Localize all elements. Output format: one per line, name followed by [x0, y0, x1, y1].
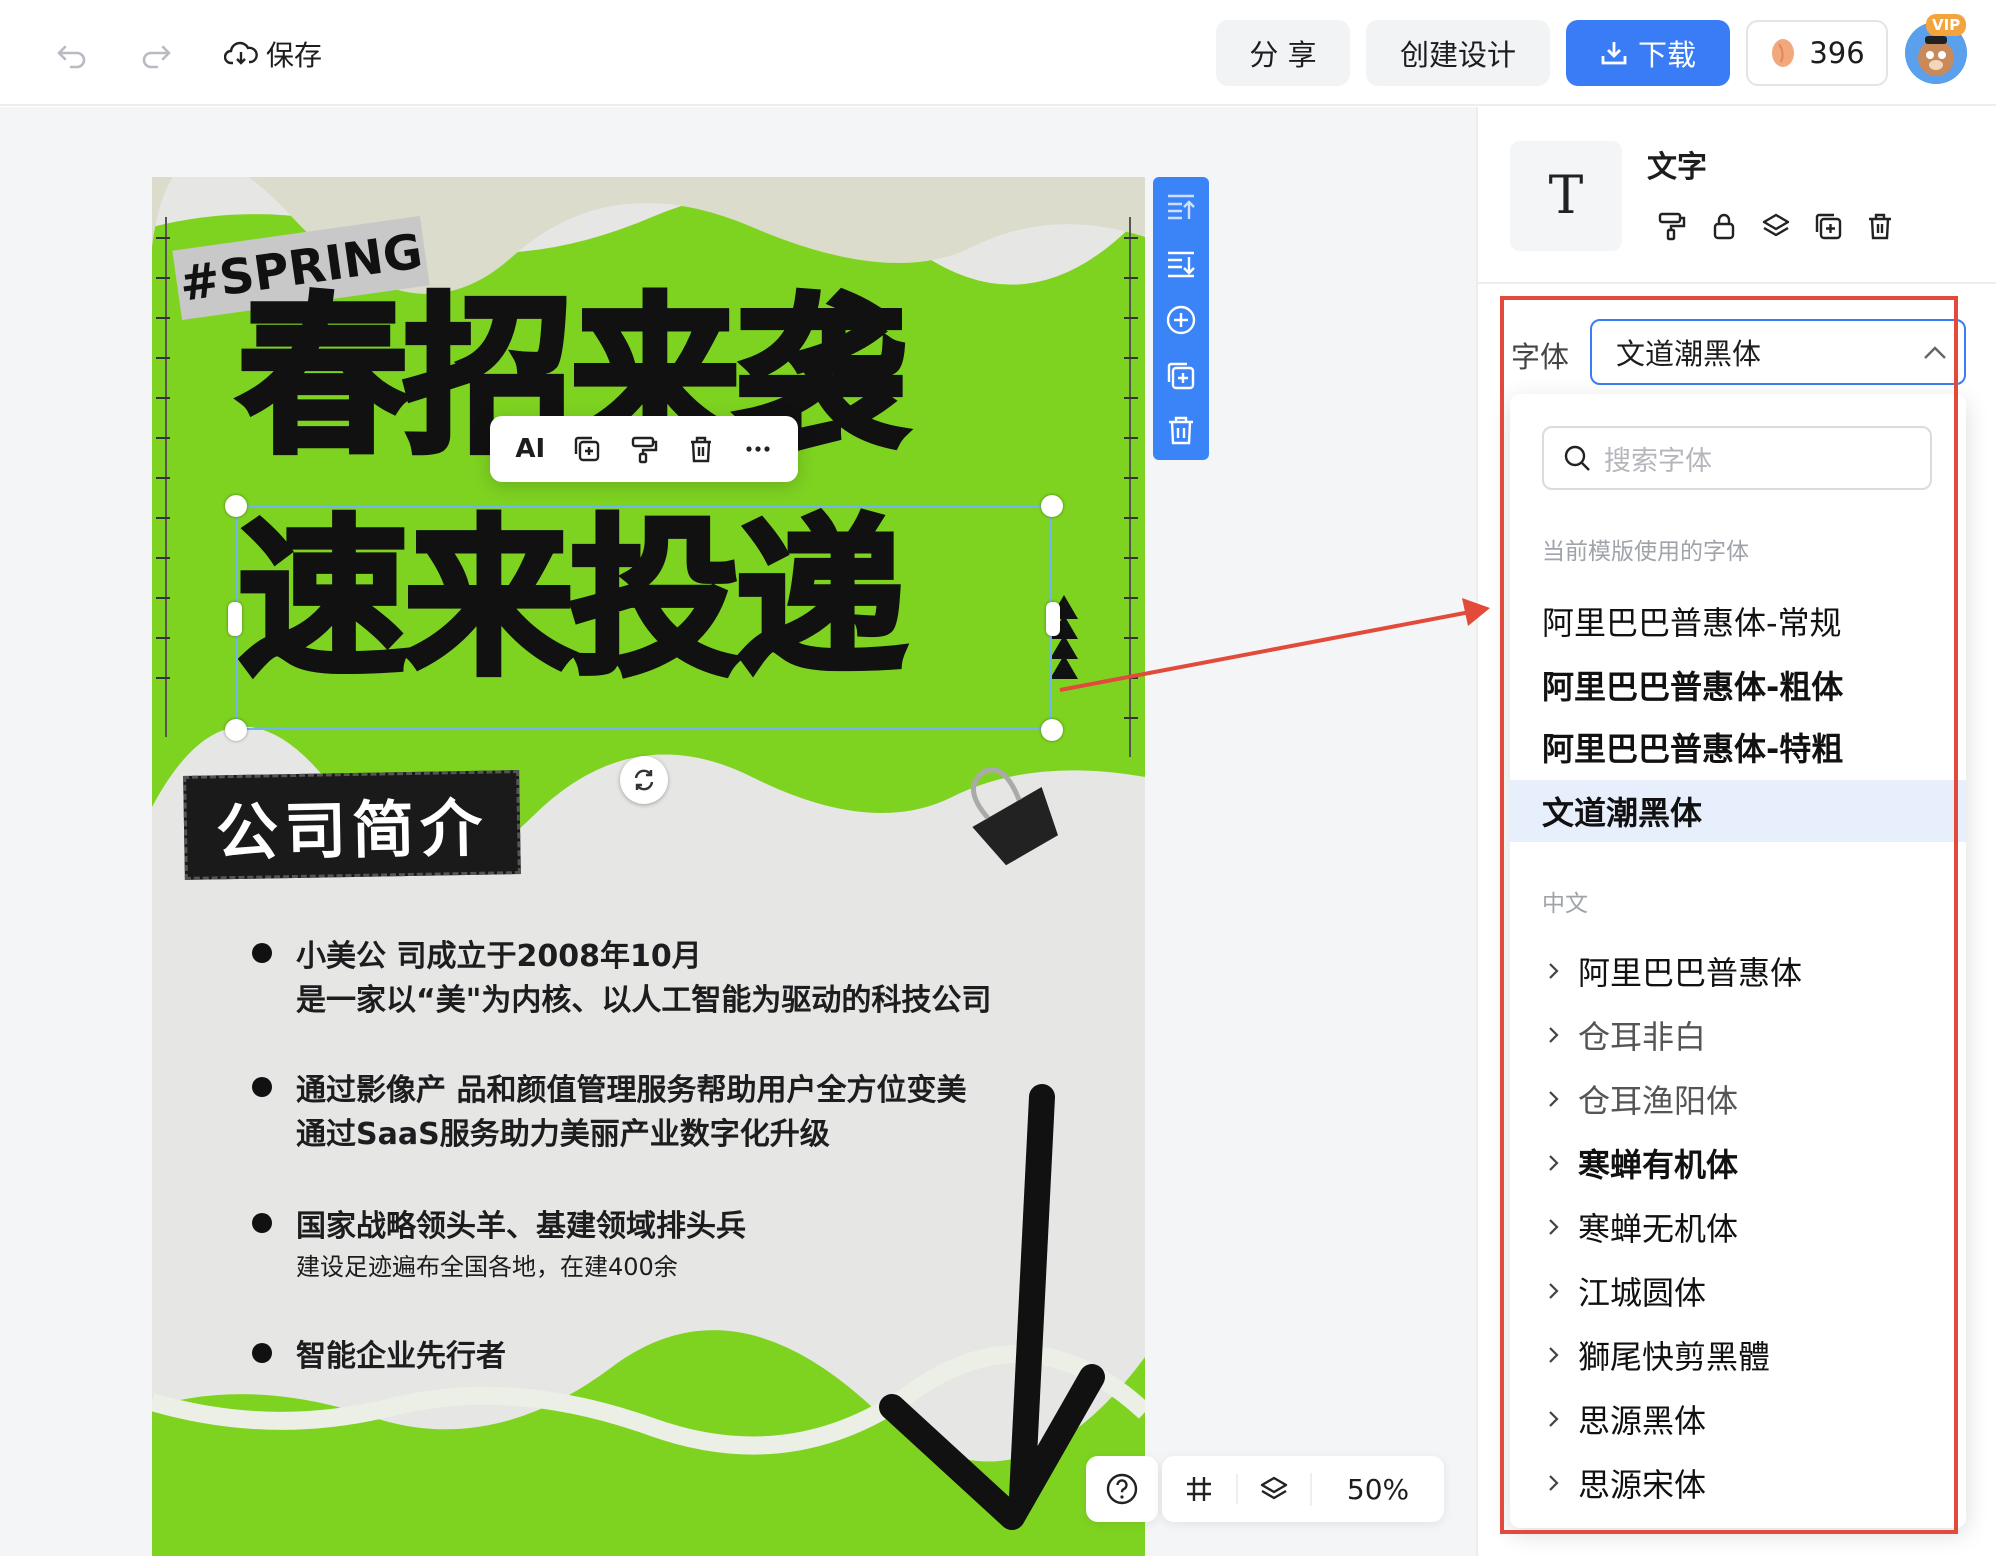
bullet-line2: 是一家以“美"为内核、以人工智能为驱动的科技公司 — [296, 983, 992, 1018]
selection-box[interactable] — [236, 506, 1052, 730]
bullet-line2: 建设足迹遍布全国各地，在建400余 — [296, 1253, 678, 1281]
bullet-line2: 通过SaaS服务助力美丽产业数字化升级 — [296, 1117, 830, 1152]
more-icon[interactable] — [743, 434, 773, 464]
save-button[interactable]: 保存 — [224, 30, 322, 78]
rotate-icon — [634, 769, 654, 791]
create-design-label: 创建设计 — [1399, 38, 1516, 72]
cloud-save-icon — [224, 41, 258, 65]
rotate-handle[interactable] — [620, 756, 668, 804]
bean-icon — [1772, 39, 1795, 67]
duplicate-icon[interactable] — [572, 434, 602, 464]
section-title-box[interactable]: 公司简介 — [183, 770, 521, 880]
help-icon — [1106, 1473, 1138, 1505]
top-toolbar: 保存 分 享 创建设计 下载 396 VIP — [0, 0, 1996, 106]
zoom-level[interactable]: 50% — [1310, 1472, 1444, 1506]
vip-badge-text: VIP — [1932, 16, 1961, 34]
text-type-icon: T — [1510, 141, 1622, 251]
bullet-dot — [252, 1343, 272, 1363]
view-controls: 50% — [1162, 1456, 1444, 1522]
credits-count: 396 — [1809, 36, 1865, 70]
trash-icon[interactable] — [1864, 210, 1896, 242]
side-handle[interactable] — [1046, 602, 1060, 636]
panel-divider — [1478, 282, 1996, 284]
duplicate-icon[interactable] — [1164, 359, 1198, 393]
align-bottom-icon[interactable] — [1164, 247, 1198, 281]
bullet-line1: 国家战略领头羊、基建领域排头兵 — [296, 1209, 746, 1244]
help-button[interactable] — [1086, 1456, 1158, 1522]
resize-handle[interactable] — [225, 719, 247, 741]
share-label: 分 享 — [1249, 38, 1317, 72]
undo-icon[interactable] — [50, 32, 94, 76]
vertical-toolbar — [1153, 177, 1209, 460]
poster-canvas[interactable]: #SPRING 春招来袭 速来投递 公司简介 小美公 司成立于2008年10月 … — [152, 177, 1145, 1556]
floating-toolbar: AI — [490, 416, 798, 482]
grid-button[interactable] — [1162, 1474, 1236, 1504]
layers-button[interactable] — [1236, 1474, 1310, 1504]
resize-handle[interactable] — [1041, 719, 1063, 741]
save-label: 保存 — [266, 39, 323, 72]
format-painter-icon[interactable] — [1656, 210, 1688, 242]
grid-icon — [1187, 1477, 1211, 1501]
download-label: 下载 — [1637, 38, 1696, 72]
vip-badge: VIP — [1926, 14, 1967, 36]
panel-title: 文字 — [1647, 150, 1707, 185]
layers-icon[interactable] — [1760, 210, 1792, 242]
download-button[interactable]: 下载 — [1566, 20, 1730, 86]
layers-icon — [1260, 1476, 1288, 1500]
bullet-line1: 通过影像产 品和颜值管理服务帮助用户全方位变美 — [296, 1073, 967, 1108]
bullet-line1: 智能企业先行者 — [296, 1339, 506, 1374]
ai-button[interactable]: AI — [515, 434, 545, 464]
lock-icon[interactable] — [1708, 210, 1740, 242]
create-design-button[interactable]: 创建设计 — [1366, 20, 1550, 86]
bullet-dot — [252, 1077, 272, 1097]
section-title: 公司简介 — [215, 791, 489, 870]
bullet-dot — [252, 1213, 272, 1233]
resize-handle[interactable] — [225, 495, 247, 517]
redo-icon[interactable] — [134, 32, 178, 76]
align-top-icon[interactable] — [1164, 191, 1198, 225]
format-painter-icon[interactable] — [629, 434, 659, 464]
bullet-dot — [252, 943, 272, 963]
duplicate-icon[interactable] — [1812, 210, 1844, 242]
share-button[interactable]: 分 享 — [1216, 20, 1350, 86]
add-circle-icon[interactable] — [1164, 303, 1198, 337]
credits-button[interactable]: 396 — [1746, 20, 1888, 86]
trash-icon[interactable] — [686, 434, 716, 464]
annotation-highlight-box — [1500, 296, 1958, 1534]
bullet-line1: 小美公 司成立于2008年10月 — [296, 939, 702, 974]
side-handle[interactable] — [228, 602, 242, 636]
trash-icon[interactable] — [1164, 413, 1198, 447]
download-icon — [1601, 42, 1627, 65]
resize-handle[interactable] — [1041, 495, 1063, 517]
